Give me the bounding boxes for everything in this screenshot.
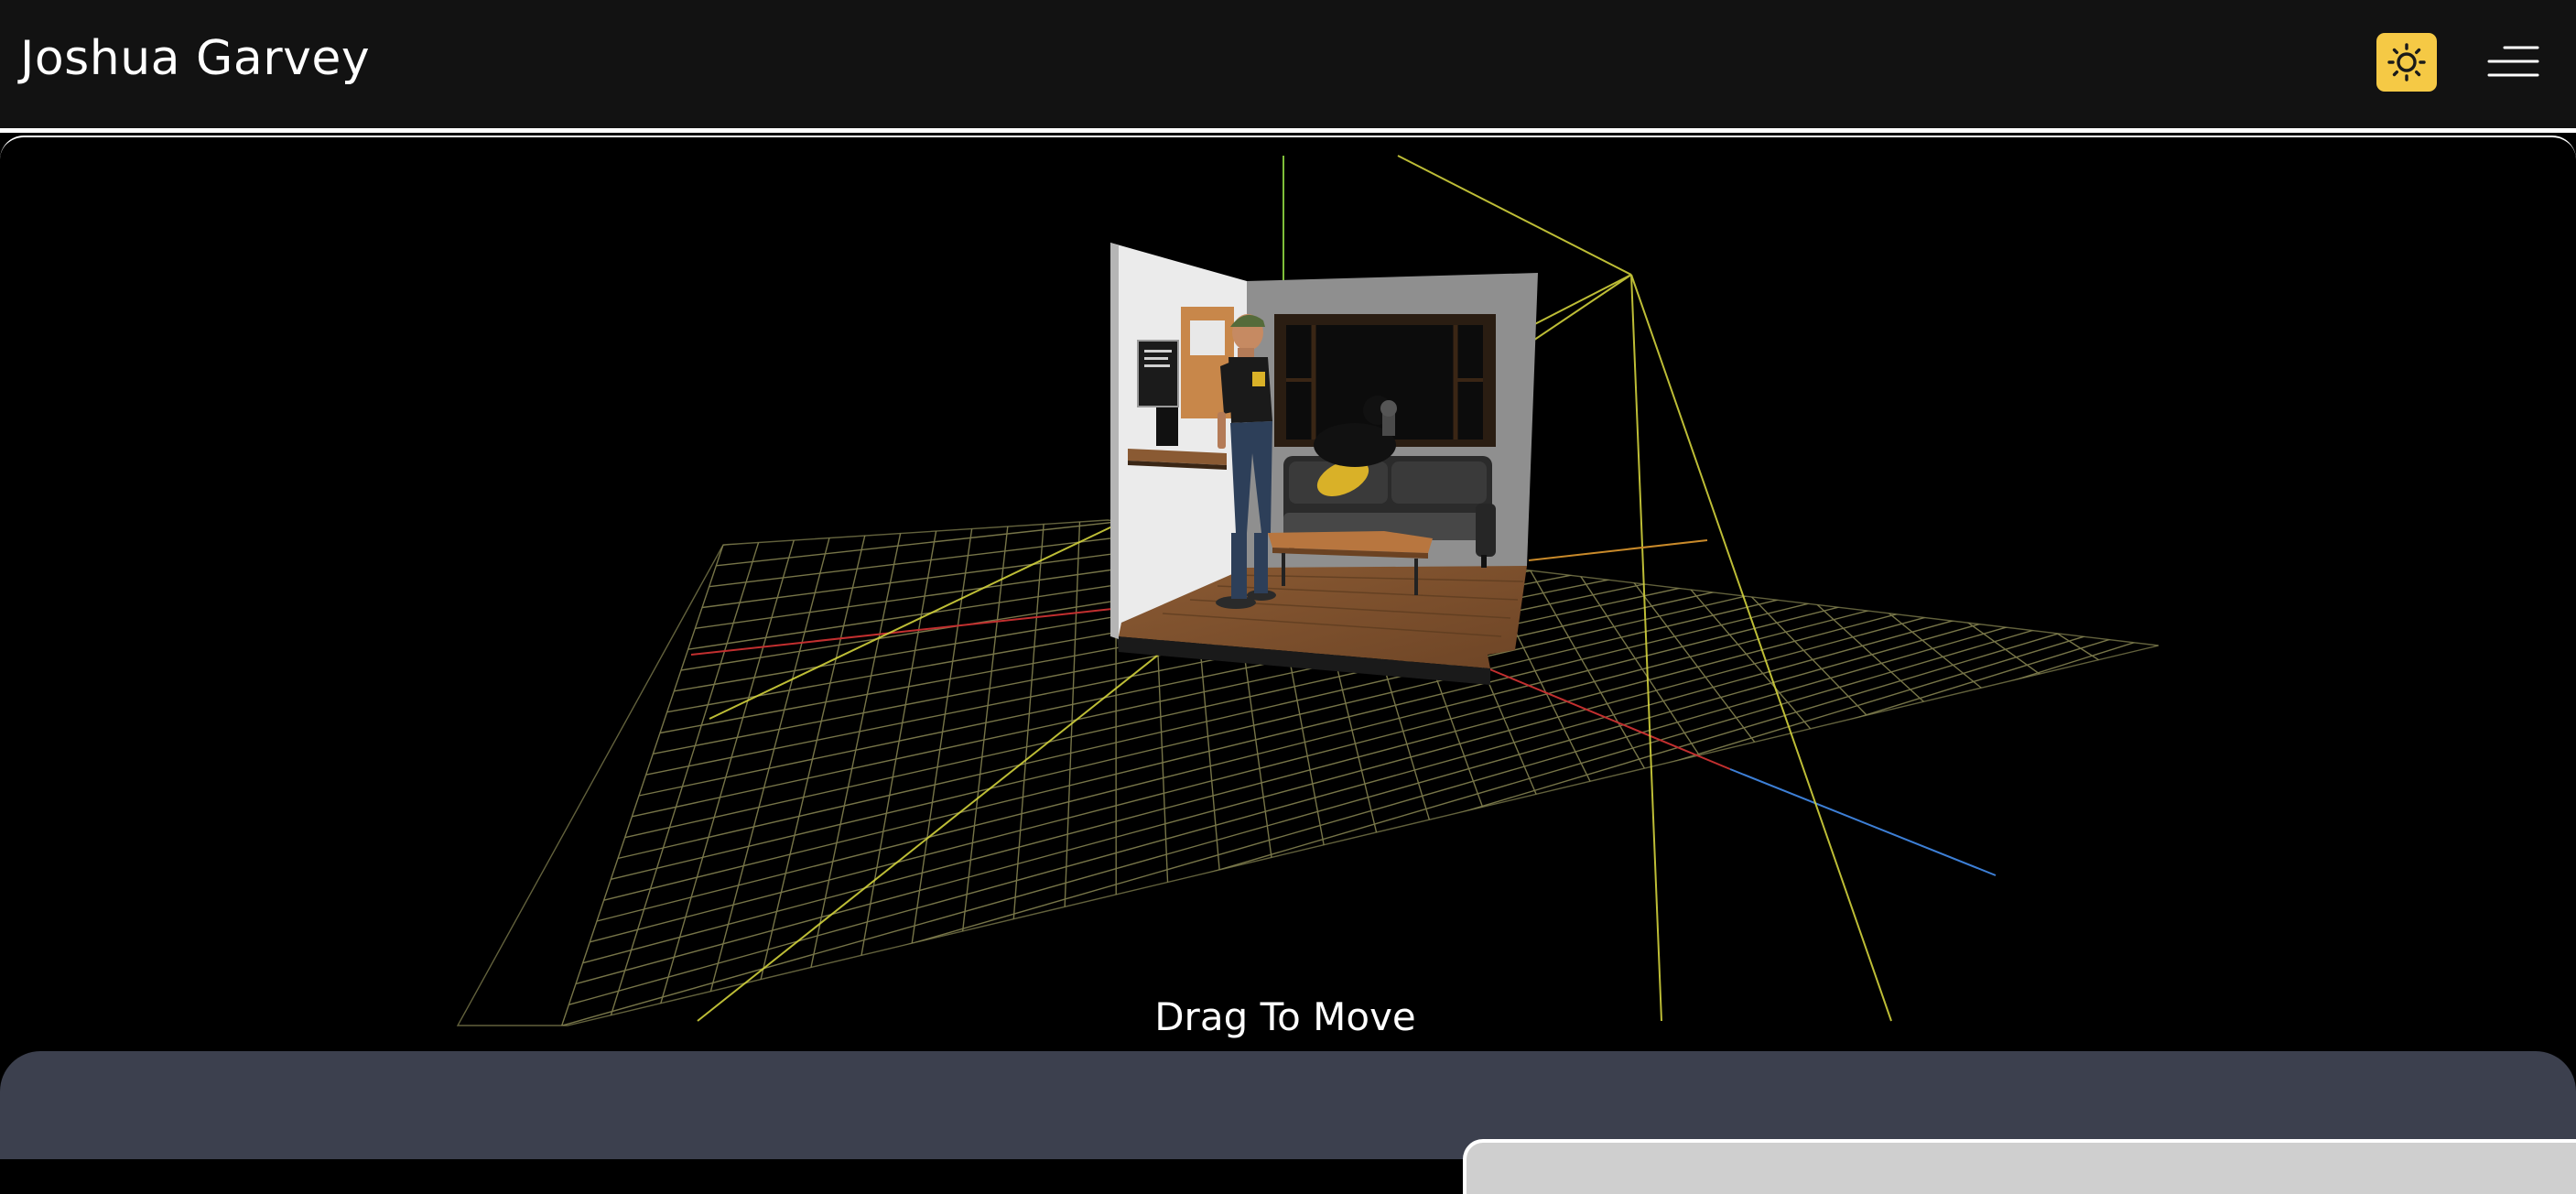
room-scene-canvas[interactable] xyxy=(0,137,2576,1051)
grid-line xyxy=(1616,457,1884,733)
grid-line xyxy=(1687,450,1994,699)
sun-icon xyxy=(2376,33,2437,92)
drag-hint-text: Drag To Move xyxy=(0,994,2571,1039)
grid-line xyxy=(1723,447,2049,681)
grid-line xyxy=(622,537,795,1051)
light-helper-orange xyxy=(1529,540,1707,560)
grid-line xyxy=(513,545,723,1051)
grid-line xyxy=(1794,440,2159,646)
grid-line xyxy=(1759,443,2104,663)
menu-button[interactable] xyxy=(2486,42,2539,82)
grid-line xyxy=(547,612,2097,1052)
grid-line xyxy=(555,604,2085,1047)
header-divider xyxy=(0,128,2576,133)
theme-toggle-button[interactable] xyxy=(2376,33,2437,92)
3d-viewer[interactable]: Drag To Move xyxy=(0,136,2576,1051)
x-axis-line xyxy=(691,609,1112,655)
z-axis-line xyxy=(1730,769,1996,875)
grid-line xyxy=(568,541,759,1051)
site-title[interactable]: Joshua Garvey xyxy=(20,31,370,86)
grid-line xyxy=(541,618,2110,1051)
grid-line xyxy=(520,639,2147,1052)
room-model[interactable] xyxy=(1110,243,1538,685)
room-left-wall-edge xyxy=(1110,243,1119,639)
grid-line xyxy=(787,527,902,1051)
x-axis-line-right xyxy=(1488,668,1730,769)
top-bar: Joshua Garvey xyxy=(0,0,2576,128)
content-panel xyxy=(0,1051,2576,1159)
desk-monitor xyxy=(1156,407,1178,446)
hamburger-menu-icon xyxy=(2486,42,2539,82)
content-card xyxy=(1463,1139,2576,1194)
